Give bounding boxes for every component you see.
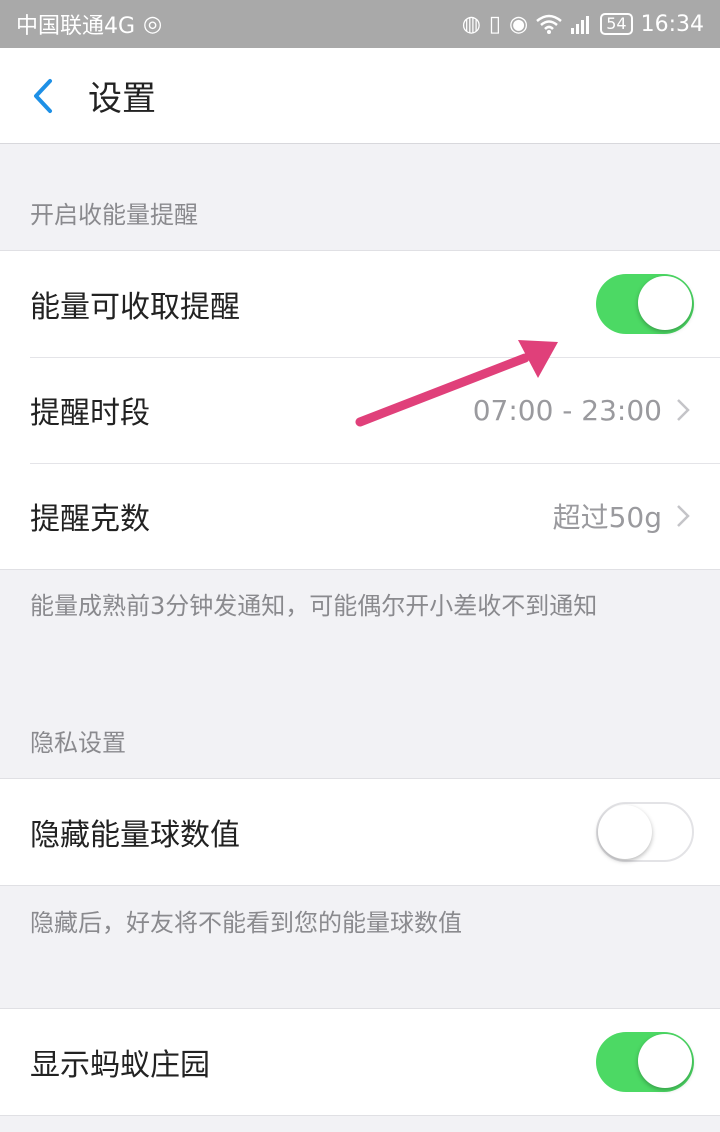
toggle-knob [598, 805, 652, 859]
eye-icon: ◉ [509, 11, 529, 37]
row-hide-values: 隐藏能量球数值 [0, 779, 720, 885]
privacy-group: 隐藏能量球数值 [0, 778, 720, 886]
back-chevron-icon [34, 78, 52, 113]
status-left: 中国联通4G ◎ [16, 8, 162, 40]
battery-icon: 54 [600, 13, 633, 35]
status-bar: 中国联通4G ◎ ◍ ▯ ◉ 54 16:34 [0, 0, 720, 48]
show-farm-toggle[interactable] [596, 1032, 694, 1092]
hide-values-toggle[interactable] [596, 802, 694, 862]
back-button[interactable] [0, 48, 86, 144]
status-right: ◍ ▯ ◉ 54 16:34 [462, 12, 704, 37]
wifi-icon [536, 14, 563, 34]
signal-icon [571, 16, 590, 34]
row-label: 隐藏能量球数值 [30, 818, 240, 853]
row-label: 提醒克数 [30, 502, 150, 537]
section-header-privacy: 隐私设置 [30, 729, 126, 757]
grams-value: 超过50g [552, 501, 662, 534]
vibrate-icon: ▯ [488, 11, 502, 37]
toggle-knob [638, 1034, 692, 1088]
farm-group: 显示蚂蚁庄园 [0, 1008, 720, 1116]
privacy-footnote: 隐藏后，好友将不能看到您的能量球数值 [30, 909, 462, 937]
chevron-right-icon [677, 505, 690, 527]
nav-bar: 设置 [0, 48, 720, 144]
hd-call-icon: ◍ [461, 11, 481, 37]
annotation-arrow-icon [355, 340, 558, 427]
row-label: 显示蚂蚁庄园 [30, 1048, 210, 1083]
row-label: 能量可收取提醒 [30, 290, 240, 325]
page-title: 设置 [88, 79, 156, 119]
energy-collectible-toggle[interactable] [596, 274, 694, 334]
energy-footnote: 能量成熟前3分钟发通知，可能偶尔开小差收不到通知 [30, 592, 598, 620]
row-show-farm: 显示蚂蚁庄园 [0, 1009, 720, 1115]
chevron-right-icon [677, 399, 690, 421]
carrier-text: 中国联通4G [16, 14, 136, 39]
status-time: 16:34 [640, 11, 704, 37]
section-header-energy: 开启收能量提醒 [30, 201, 198, 229]
row-grams[interactable]: 提醒克数 超过50g [0, 463, 720, 569]
toggle-knob [638, 276, 692, 330]
weibo-icon: ◎ [143, 11, 163, 37]
